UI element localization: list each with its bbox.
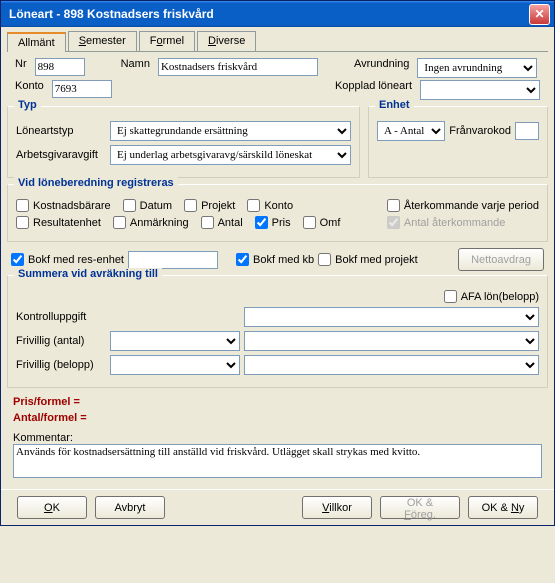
- enhet-legend: Enhet: [375, 99, 414, 111]
- nettoavdrag-button: Nettoavdrag: [458, 248, 544, 271]
- konto-check[interactable]: [247, 199, 260, 212]
- kontrolluppgift-select[interactable]: [244, 307, 539, 327]
- antal-formel-label: Antal/formel =: [13, 412, 542, 424]
- window-title: Löneart - 898 Kostnadsers friskvård: [5, 7, 529, 21]
- antal-aterkommande-check: [387, 216, 400, 229]
- pris-formel-label: Pris/formel =: [13, 396, 542, 408]
- tab-formel[interactable]: Formel: [139, 31, 195, 51]
- franvarokod-label: Frånvarokod: [449, 125, 511, 137]
- frivillig-antal-select-1[interactable]: [110, 331, 240, 351]
- loneartstyp-label: Löneartstyp: [16, 125, 106, 137]
- afa-check[interactable]: [444, 290, 457, 303]
- typ-legend: Typ: [14, 99, 41, 111]
- frivillig-belopp-select-1[interactable]: [110, 355, 240, 375]
- omf-check[interactable]: [303, 216, 316, 229]
- bokf-resenhet-check[interactable]: [11, 253, 24, 266]
- namn-input[interactable]: [158, 58, 318, 76]
- namn-label: Namn: [121, 58, 150, 78]
- projekt-check[interactable]: [184, 199, 197, 212]
- bokf-resenhet-input[interactable]: [128, 251, 218, 269]
- nr-input[interactable]: [35, 58, 85, 76]
- konto-input[interactable]: [52, 80, 112, 98]
- kommentar-textarea[interactable]: Används för kostnadsersättning till anst…: [13, 444, 542, 478]
- arbetsgivaravgift-select[interactable]: Ej underlag arbetsgivaravg/särskild löne…: [110, 145, 351, 165]
- bokf-kb-check[interactable]: [236, 253, 249, 266]
- antal-check[interactable]: [201, 216, 214, 229]
- frivillig-antal-select-2[interactable]: [244, 331, 539, 351]
- ok-button[interactable]: OK: [17, 496, 87, 519]
- avrundning-select[interactable]: Ingen avrundning: [417, 58, 537, 78]
- avbryt-button[interactable]: Avbryt: [95, 496, 165, 519]
- tab-semester[interactable]: Semester: [68, 31, 137, 51]
- kontrolluppgift-label: Kontrolluppgift: [16, 311, 106, 323]
- kopplad-label: Kopplad löneart: [335, 80, 412, 100]
- ok-foreg-button: OK & Föreg.: [380, 496, 460, 519]
- kommentar-label: Kommentar:: [13, 432, 542, 444]
- loneartstyp-select[interactable]: Ej skattegrundande ersättning: [110, 121, 351, 141]
- avrundning-label: Avrundning: [354, 58, 409, 78]
- anmarkning-check[interactable]: [113, 216, 126, 229]
- franvarokod-input[interactable]: [515, 122, 539, 140]
- resultatenhet-check[interactable]: [16, 216, 29, 229]
- nr-label: Nr: [15, 58, 27, 78]
- pris-check[interactable]: [255, 216, 268, 229]
- aterkommande-check[interactable]: [387, 199, 400, 212]
- kostnadsbarare-check[interactable]: [16, 199, 29, 212]
- tab-diverse[interactable]: Diverse: [197, 31, 256, 51]
- tab-allmant[interactable]: Allmänt: [7, 32, 66, 52]
- kopplad-select[interactable]: [420, 80, 540, 100]
- datum-check[interactable]: [123, 199, 136, 212]
- enhet-select[interactable]: A - Antal: [377, 121, 445, 141]
- tab-bar: Allmänt Semester Formel Diverse: [7, 31, 548, 52]
- bokf-projekt-check[interactable]: [318, 253, 331, 266]
- registreras-legend: Vid löneberedning registreras: [14, 177, 178, 189]
- frivillig-belopp-select-2[interactable]: [244, 355, 539, 375]
- villkor-button[interactable]: Villkor: [302, 496, 372, 519]
- konto-label: Konto: [15, 80, 44, 100]
- arbetsgivaravgift-label: Arbetsgivaravgift: [16, 149, 106, 161]
- frivillig-antal-label: Frivillig (antal): [16, 335, 106, 347]
- ok-ny-button[interactable]: OK & Ny: [468, 496, 538, 519]
- summera-legend: Summera vid avräkning till: [14, 268, 162, 280]
- close-icon[interactable]: ✕: [529, 4, 550, 25]
- frivillig-belopp-label: Frivillig (belopp): [16, 359, 106, 371]
